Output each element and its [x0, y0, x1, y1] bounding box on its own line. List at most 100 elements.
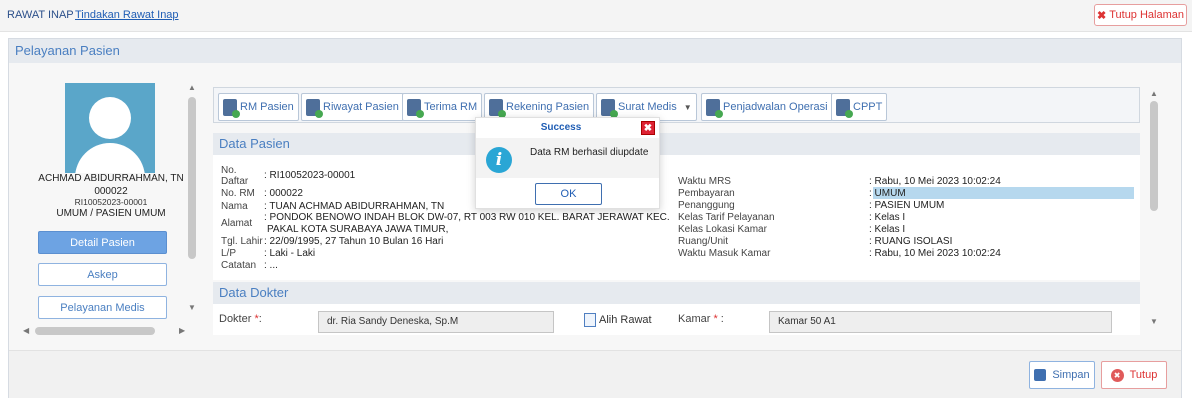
catatan-label: Catatan	[221, 260, 257, 271]
alamat-label: Alamat	[221, 218, 253, 229]
penanggung-value: : PASIEN UMUM	[869, 200, 945, 211]
tutup-label: Tutup	[1129, 369, 1158, 381]
kelas-lokasi-value: : Kelas I	[869, 224, 906, 235]
kelas-tarif-label: Kelas Tarif Pelayanan	[678, 212, 775, 223]
patient-toolbar: RM Pasien Riwayat Pasien Terima RM Reken…	[213, 87, 1140, 123]
scroll-down-arrow-icon[interactable]: ▼	[1150, 317, 1158, 326]
top-bar: RAWAT INAP Tindakan Rawat Inap ✖ Tutup H…	[0, 0, 1192, 32]
terima-rm-label: Terima RM	[424, 101, 478, 113]
nama-value: : TUAN ACHMAD ABIDURRAHMAN, TN	[264, 201, 445, 212]
terima-rm-button[interactable]: Terima RM	[402, 93, 483, 121]
patient-name: ACHMAD ABIDURRAHMAN, TN 000022	[38, 173, 184, 197]
scroll-up-arrow-icon[interactable]: ▲	[1150, 89, 1158, 98]
nama-label: Nama	[221, 201, 248, 212]
ok-button[interactable]: OK	[535, 183, 602, 205]
scroll-right-arrow-icon[interactable]: ▶	[179, 326, 185, 335]
hscroll-thumb[interactable]	[35, 327, 155, 335]
no-daftar-label: No. Daftar	[221, 165, 249, 187]
cppt-button[interactable]: CPPT	[831, 93, 888, 121]
dokter-input[interactable]: dr. Ria Sandy Deneska, Sp.M	[318, 311, 554, 333]
dialog-body: i Data RM berhasil diupdate	[476, 138, 659, 178]
dokter-label: Dokter *:	[219, 313, 262, 325]
alamat-value-line2: PAKAL KOTA SURABAYA JAWA TIMUR,	[267, 224, 449, 235]
right-vertical-scrollbar[interactable]: ▲ ▼	[1149, 89, 1159, 327]
waktu-mrs-value: : Rabu, 10 Mei 2023 10:02:24	[869, 176, 1001, 187]
edit-document-icon	[584, 313, 596, 327]
alamat-value-line1: : PONDOK BENOWO INDAH BLOK DW-07, RT 003…	[264, 212, 670, 223]
list-doc-icon	[836, 98, 853, 118]
left-vertical-scrollbar[interactable]: ▲ ▼	[187, 83, 197, 313]
close-x-icon: ✖	[1096, 9, 1107, 22]
penjadwalan-operasi-button[interactable]: Penjadwalan Operasi	[701, 93, 833, 121]
plus-document-icon	[601, 98, 618, 118]
info-icon: i	[486, 147, 512, 173]
kamar-input[interactable]: Kamar 50 A1	[769, 311, 1112, 333]
save-icon	[1034, 369, 1047, 381]
ruang-value: : RUANG ISOLASI	[869, 236, 953, 247]
rm-pasien-button[interactable]: RM Pasien	[218, 93, 299, 121]
success-dialog: Success ✖ i Data RM berhasil diupdate OK	[475, 117, 660, 209]
breadcrumb-root: RAWAT INAP	[7, 9, 74, 21]
patient-type: UMUM / PASIEN UMUM	[56, 208, 166, 219]
dialog-message: Data RM berhasil diupdate	[530, 147, 649, 158]
breadcrumb-current[interactable]: Tindakan Rawat Inap	[75, 9, 179, 21]
alih-rawat-button[interactable]: Alih Rawat	[584, 313, 652, 327]
ledger-icon	[489, 98, 506, 118]
panel-title: Pelayanan Pasien	[9, 39, 1181, 63]
waktu-masuk-value: : Rabu, 10 Mei 2023 10:02:24	[869, 248, 1001, 259]
penjadwalan-label: Penjadwalan Operasi	[723, 101, 828, 113]
penanggung-label: Penanggung	[678, 200, 735, 211]
close-icon[interactable]: ✖	[641, 121, 655, 135]
scroll-thumb[interactable]	[188, 97, 196, 259]
kelas-lokasi-label: Kelas Lokasi Kamar	[678, 224, 767, 235]
no-rm-label: No. RM	[221, 188, 255, 199]
kelas-tarif-value: : Kelas I	[869, 212, 906, 223]
riwayat-pasien-button[interactable]: Riwayat Pasien	[301, 93, 404, 121]
tgl-lahir-value: : 22/09/1995, 27 Tahun 10 Bulan 16 Hari	[264, 236, 444, 247]
pembayaran-value: : UMUM	[869, 188, 906, 199]
no-rm-value: : 000022	[264, 188, 303, 199]
history-doc-icon	[306, 98, 323, 118]
catatan-value: : ...	[264, 260, 278, 271]
close-page-button[interactable]: ✖ Tutup Halaman	[1094, 4, 1187, 26]
dialog-title: Success	[540, 122, 582, 133]
pembayaran-label: Pembayaran	[678, 188, 735, 199]
pembayaran-highlight	[873, 187, 1134, 199]
panel-footer	[9, 350, 1181, 398]
scroll-down-arrow-icon[interactable]: ▼	[188, 303, 196, 312]
close-circle-icon: ✖	[1110, 368, 1124, 382]
chevron-down-icon: ▼	[683, 102, 692, 112]
document-icon	[223, 98, 240, 118]
riwayat-label: Riwayat Pasien	[323, 101, 399, 113]
ruang-label: Ruang/Unit	[678, 236, 729, 247]
lp-label: L/P	[221, 248, 237, 259]
avatar-head-shape	[89, 97, 131, 139]
surat-medis-label: Surat Medis	[618, 101, 677, 113]
lp-value: : Laki - Laki	[264, 248, 316, 259]
data-dokter-title: Data Dokter	[213, 282, 1140, 304]
simpan-button[interactable]: Simpan	[1029, 361, 1095, 389]
alih-rawat-label: Alih Rawat	[599, 314, 652, 326]
no-daftar-value: : RI10052023-00001	[264, 170, 356, 181]
tutup-button[interactable]: ✖ Tutup	[1101, 361, 1167, 389]
scroll-up-arrow-icon[interactable]: ▲	[188, 83, 196, 92]
avatar-body-shape	[75, 143, 145, 173]
waktu-masuk-label: Waktu Masuk Kamar	[678, 248, 771, 259]
simpan-label: Simpan	[1052, 369, 1090, 381]
avatar	[65, 83, 155, 173]
close-page-label: Tutup Halaman	[1109, 9, 1185, 21]
data-pasien-title: Data Pasien	[213, 133, 1140, 155]
rekening-label: Rekening Pasien	[506, 101, 590, 113]
pelayanan-medis-button[interactable]: Pelayanan Medis	[38, 296, 167, 319]
rm-pasien-label: RM Pasien	[240, 101, 294, 113]
patient-rm-number: RI10052023-00001	[74, 197, 148, 207]
scroll-left-arrow-icon[interactable]: ◀	[23, 326, 29, 335]
left-horizontal-scrollbar[interactable]: ◀ ▶	[23, 326, 189, 336]
tgl-lahir-label: Tgl. Lahir	[221, 236, 263, 247]
kamar-label: Kamar * :	[678, 313, 724, 325]
plus-icon	[407, 98, 424, 118]
detail-pasien-button[interactable]: Detail Pasien	[38, 231, 167, 254]
scroll-thumb[interactable]	[1150, 101, 1158, 211]
askep-button[interactable]: Askep	[38, 263, 167, 286]
waktu-mrs-label: Waktu MRS	[678, 176, 731, 187]
